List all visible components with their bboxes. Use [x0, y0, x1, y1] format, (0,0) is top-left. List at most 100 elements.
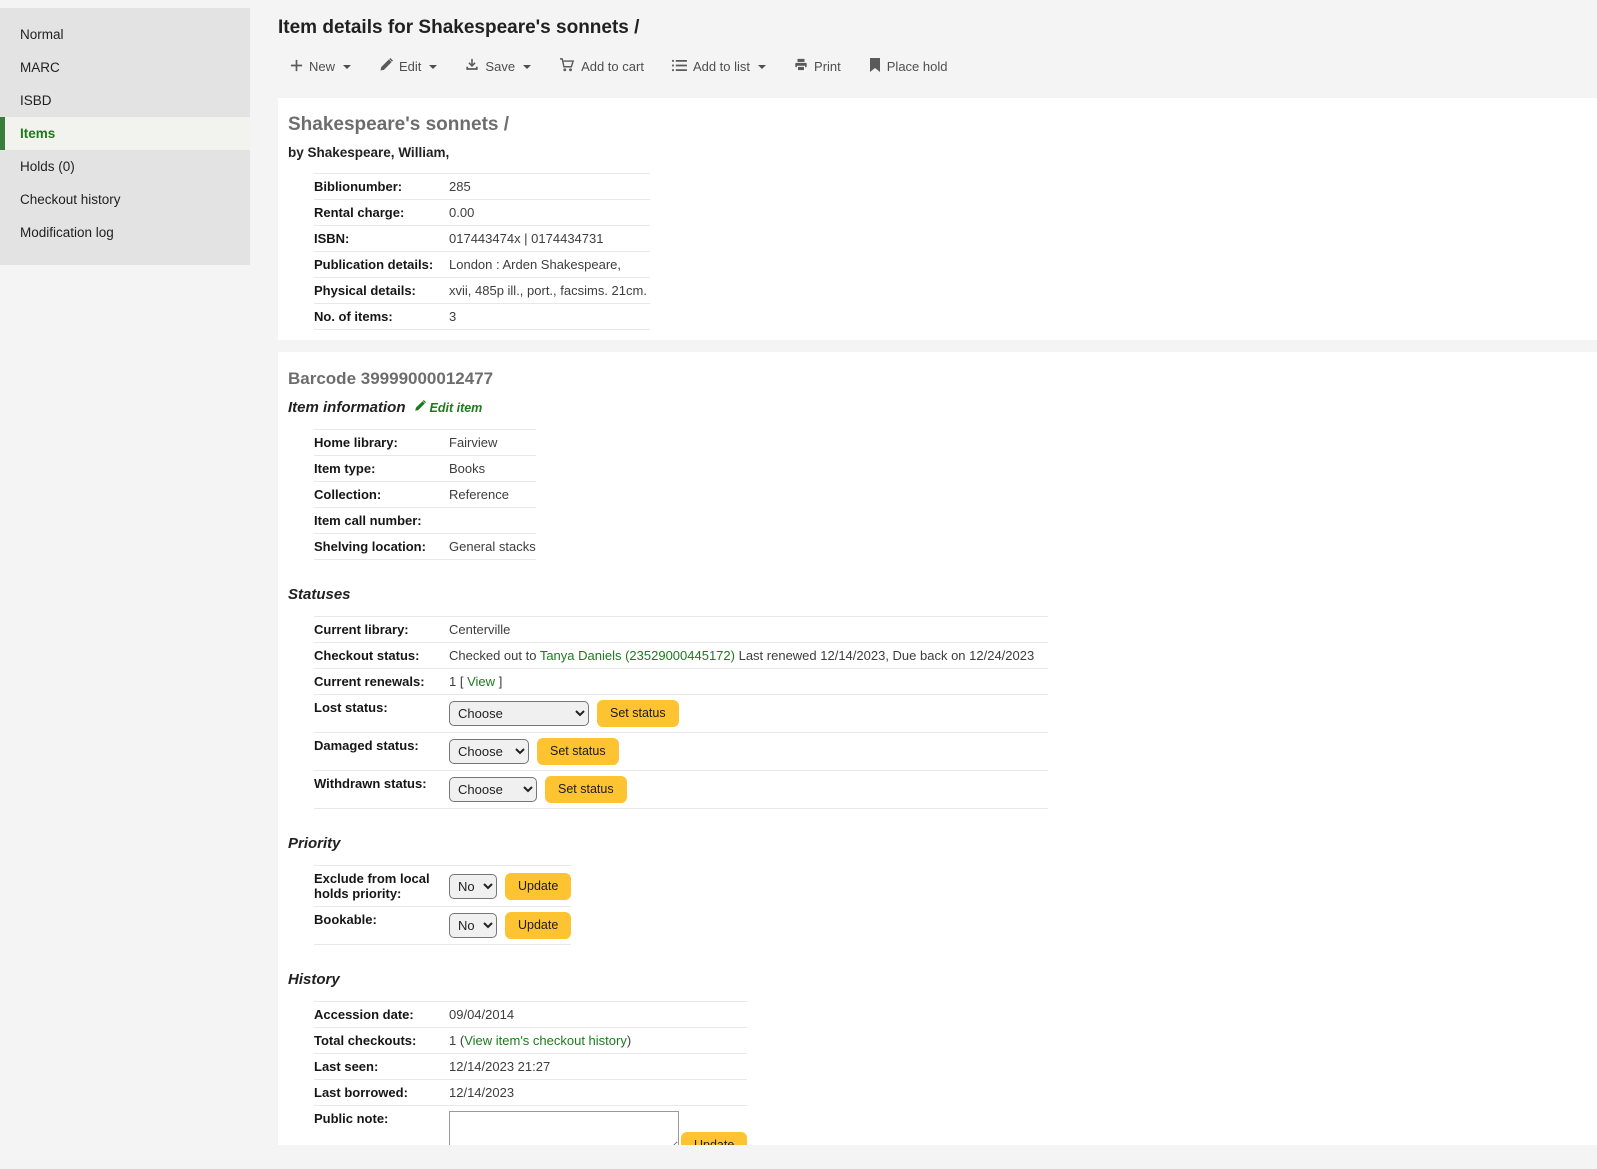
public-note-label: Public note:	[314, 1106, 449, 1146]
sidebar-item-isbd[interactable]: ISBD	[0, 84, 250, 117]
damaged-status-select[interactable]: Choose	[449, 739, 529, 764]
accession-date-value: 09/04/2014	[449, 1002, 747, 1028]
print-button[interactable]: Print	[794, 58, 841, 75]
collection-label: Collection:	[314, 482, 449, 508]
table-row: Last borrowed: 12/14/2023	[314, 1080, 747, 1106]
last-seen-value: 12/14/2023 21:27	[449, 1054, 747, 1080]
table-row: Current renewals: 1 [ View ]	[314, 669, 1048, 695]
add-to-list-label: Add to list	[693, 59, 750, 74]
statuses-title: Statuses	[288, 586, 351, 603]
checkout-history-link[interactable]: View item's checkout history	[464, 1033, 627, 1048]
statuses-heading: Statuses	[288, 586, 1597, 603]
biblionumber-value: 285	[449, 174, 650, 200]
new-button[interactable]: New	[290, 59, 351, 75]
edit-item-link[interactable]: Edit item	[414, 400, 483, 415]
set-withdrawn-status-button[interactable]: Set status	[545, 776, 627, 803]
update-public-note-button[interactable]: Update	[681, 1132, 747, 1145]
table-row: ISBN: 017443474x | 0174434731	[314, 226, 650, 252]
place-hold-button[interactable]: Place hold	[869, 58, 948, 75]
chevron-down-icon	[758, 65, 766, 69]
checkout-status-prefix: Checked out to	[449, 648, 540, 663]
biblio-title: Shakespeare's sonnets /	[288, 114, 1597, 136]
bookable-select[interactable]: No	[449, 913, 497, 938]
new-button-label: New	[309, 59, 335, 74]
update-holds-priority-button[interactable]: Update	[505, 873, 571, 900]
sidebar-item-marc[interactable]: MARC	[0, 51, 250, 84]
sidebar-item-checkout-history[interactable]: Checkout history	[0, 183, 250, 216]
current-library-value: Centerville	[449, 617, 1048, 643]
chevron-down-icon	[343, 65, 351, 69]
table-row: Home library: Fairview	[314, 430, 536, 456]
item-information-heading: Item information Edit item	[288, 399, 1597, 416]
total-checkouts-value: 1 (View item's checkout history)	[449, 1028, 747, 1054]
home-library-value: Fairview	[449, 430, 536, 456]
last-borrowed-value: 12/14/2023	[449, 1080, 747, 1106]
bracket: ]	[499, 674, 503, 689]
item-type-label: Item type:	[314, 456, 449, 482]
current-renewals-value: 1 [ View ]	[449, 669, 1048, 695]
exclude-holds-priority-select[interactable]: No	[449, 874, 497, 899]
add-to-cart-button[interactable]: Add to cart	[559, 58, 644, 75]
print-button-label: Print	[814, 59, 841, 74]
table-row: Withdrawn status: Choose Set status	[314, 771, 1048, 809]
statuses-table: Current library: Centerville Checkout st…	[314, 616, 1048, 809]
sidebar-item-items[interactable]: Items	[0, 117, 250, 150]
save-button[interactable]: Save	[465, 58, 531, 75]
accession-date-label: Accession date:	[314, 1002, 449, 1028]
table-row: Last seen: 12/14/2023 21:27	[314, 1054, 747, 1080]
lost-status-select[interactable]: Choose	[449, 701, 589, 726]
history-heading: History	[288, 971, 1597, 988]
table-row: Checkout status: Checked out to Tanya Da…	[314, 643, 1048, 669]
withdrawn-status-select[interactable]: Choose	[449, 777, 537, 802]
sidebar-item-normal[interactable]: Normal	[0, 18, 250, 51]
list-icon	[672, 59, 687, 75]
table-row: No. of items: 3	[314, 304, 650, 330]
renewals-count: 1	[449, 674, 456, 689]
table-row: Damaged status: Choose Set status	[314, 733, 1048, 771]
pencil-icon	[414, 400, 426, 415]
edit-button[interactable]: Edit	[379, 58, 437, 75]
last-seen-label: Last seen:	[314, 1054, 449, 1080]
checkout-status-value: Checked out to Tanya Daniels (2352900044…	[449, 643, 1048, 669]
no-of-items-value: 3	[449, 304, 650, 330]
table-row: Shelving location: General stacks	[314, 534, 536, 560]
sidebar-item-modification-log[interactable]: Modification log	[0, 216, 250, 249]
table-row: Physical details: xvii, 485p ill., port.…	[314, 278, 650, 304]
item-information-title: Item information	[288, 399, 406, 416]
item-card: Barcode 39999000012477 Item information …	[278, 352, 1597, 1145]
chevron-down-icon	[429, 65, 437, 69]
table-row: Bookable: No Update	[314, 907, 571, 945]
item-call-number-value	[449, 508, 536, 534]
set-lost-status-button[interactable]: Set status	[597, 700, 679, 727]
publication-details-label: Publication details:	[314, 252, 449, 278]
save-button-label: Save	[485, 59, 515, 74]
history-table: Accession date: 09/04/2014 Total checkou…	[314, 1001, 747, 1145]
public-note-textarea[interactable]	[449, 1111, 679, 1145]
item-info-table: Home library: Fairview Item type: Books …	[314, 429, 536, 560]
patron-link[interactable]: Tanya Daniels (23529000445172)	[540, 648, 735, 663]
table-row: Collection: Reference	[314, 482, 536, 508]
damaged-status-label: Damaged status:	[314, 733, 449, 771]
chevron-down-icon	[523, 65, 531, 69]
page-header: Item details for Shakespeare's sonnets /…	[278, 0, 1597, 75]
physical-details-label: Physical details:	[314, 278, 449, 304]
table-row: Public note: Update	[314, 1106, 747, 1146]
isbn-value: 017443474x | 0174434731	[449, 226, 650, 252]
set-damaged-status-button[interactable]: Set status	[537, 738, 619, 765]
exclude-holds-priority-label: Exclude from local holds priority:	[314, 866, 449, 907]
download-icon	[465, 58, 479, 75]
sidebar-item-holds[interactable]: Holds (0)	[0, 150, 250, 183]
home-library-label: Home library:	[314, 430, 449, 456]
table-row: Rental charge: 0.00	[314, 200, 650, 226]
shelving-location-label: Shelving location:	[314, 534, 449, 560]
collection-value: Reference	[449, 482, 536, 508]
add-to-cart-label: Add to cart	[581, 59, 644, 74]
isbn-label: ISBN:	[314, 226, 449, 252]
view-renewals-link[interactable]: View	[467, 674, 495, 689]
table-row: Biblionumber: 285	[314, 174, 650, 200]
bookmark-icon	[869, 58, 881, 75]
add-to-list-button[interactable]: Add to list	[672, 59, 766, 75]
bracket: [	[460, 674, 464, 689]
printer-icon	[794, 58, 808, 75]
update-bookable-button[interactable]: Update	[505, 912, 571, 939]
